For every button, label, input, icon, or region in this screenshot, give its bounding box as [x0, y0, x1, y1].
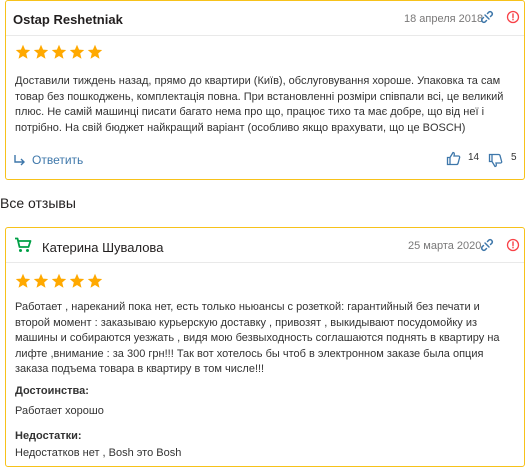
- buyer-cart-icon: [14, 237, 32, 258]
- star-icon: [69, 44, 85, 59]
- star-icon: [15, 273, 31, 288]
- star-icon: [33, 44, 49, 59]
- cons-label: Недостатки:: [15, 430, 82, 442]
- pros-label: Достоинства:: [15, 385, 89, 397]
- review-date: 25 марта 2020: [408, 240, 482, 252]
- reply-arrow-icon: [14, 154, 25, 165]
- review-text: Доставили тиждень назад, прямо до кварти…: [15, 75, 504, 134]
- reply-button[interactable]: Ответить: [13, 153, 83, 167]
- review-card: Катерина Шувалова 25 марта 2020 Работает…: [5, 227, 525, 467]
- share-link-icon[interactable]: [480, 237, 494, 258]
- review-date: 18 апреля 2018: [404, 13, 484, 25]
- thumbs-up-icon[interactable]: [446, 151, 461, 171]
- pros-text: Работает хорошо: [15, 405, 104, 417]
- all-reviews-heading: Все отзывы: [0, 195, 76, 211]
- star-icon: [15, 44, 31, 59]
- rating-stars: [15, 44, 103, 60]
- likes-count: 14: [468, 152, 480, 163]
- review-header: Ostap Reshetniak 18 апреля 2018: [6, 1, 524, 36]
- rating-stars: [15, 273, 103, 289]
- star-icon: [69, 273, 85, 288]
- share-link-icon[interactable]: [480, 9, 494, 30]
- thumbs-down-icon[interactable]: [488, 153, 503, 173]
- review-author: Ostap Reshetniak: [13, 12, 123, 27]
- star-icon: [87, 273, 103, 288]
- review-author: Катерина Шувалова: [42, 240, 164, 255]
- complain-icon[interactable]: [506, 9, 520, 30]
- review-header: Катерина Шувалова 25 марта 2020: [6, 228, 524, 263]
- reply-label: Ответить: [32, 153, 84, 167]
- dislikes-count: 5: [511, 152, 517, 163]
- star-icon: [51, 273, 67, 288]
- complain-icon[interactable]: [506, 237, 520, 258]
- star-icon: [33, 273, 49, 288]
- star-icon: [87, 44, 103, 59]
- star-icon: [51, 44, 67, 59]
- cons-text: Недостатков нет , Bosh это Bosh: [15, 447, 182, 459]
- review-card: Ostap Reshetniak 18 апреля 2018 Доставил…: [5, 0, 525, 180]
- review-text: Работает , нареканий пока нет, есть толь…: [15, 301, 500, 375]
